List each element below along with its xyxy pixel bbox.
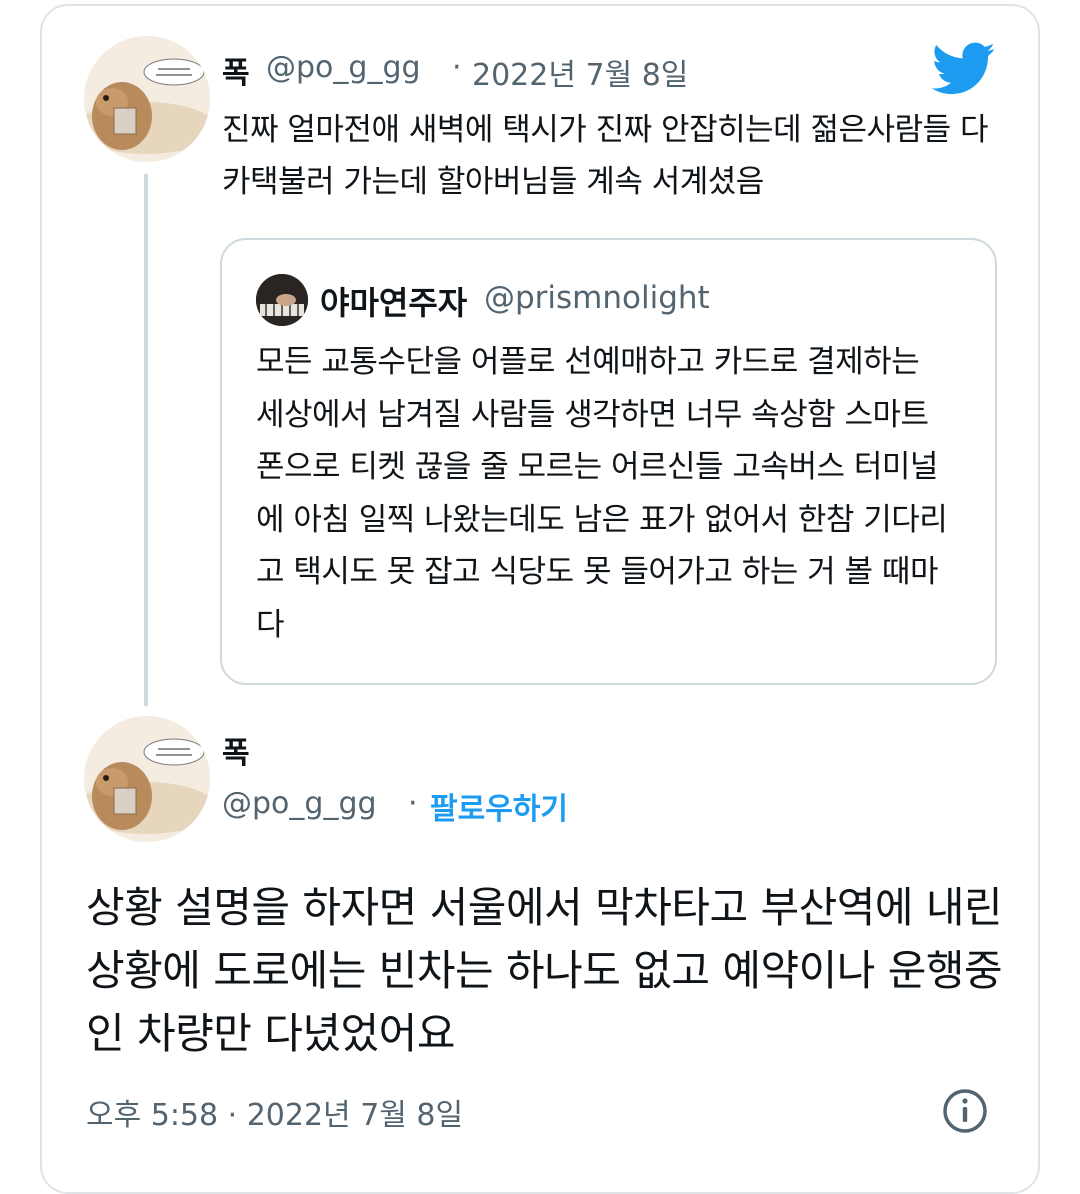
reply-author-avatar[interactable] xyxy=(84,716,210,842)
quoted-author-name[interactable]: 야마연주자 xyxy=(320,278,467,324)
quoted-tweet-text: 모든 교통수단을 어플로 선예매하고 카드로 결제하는 세상에서 남겨질 사람들… xyxy=(256,344,948,643)
author-name[interactable]: 폭 xyxy=(222,48,250,92)
author-avatar[interactable] xyxy=(84,36,210,162)
reply-author-name[interactable]: 폭 xyxy=(222,728,250,772)
author-handle[interactable]: @po_g_gg xyxy=(266,50,421,85)
quoted-tweet[interactable]: 야마연주자 @prismnolight 모든 교통수단을 어플로 선예매하고 카… xyxy=(220,238,997,685)
follow-button[interactable]: 팔로우하기 xyxy=(430,784,568,828)
meta-separator: · xyxy=(452,50,462,85)
reply-meta-separator: · xyxy=(408,786,418,821)
tweet-text: 진짜 얼마전애 새벽에 택시가 진짜 안잡히는데 젊은사람들 다 카택불러 가는… xyxy=(222,112,988,200)
info-icon[interactable] xyxy=(942,1088,988,1134)
quoted-author-handle[interactable]: @prismnolight xyxy=(484,280,710,316)
twitter-bird-icon[interactable] xyxy=(932,42,996,96)
reply-timestamp[interactable]: 오후 5:58 · 2022년 7월 8일 xyxy=(86,1090,463,1134)
reply-author-handle[interactable]: @po_g_gg xyxy=(222,786,377,821)
reply-tweet-text: 상황 설명을 하자면 서울에서 막차타고 부산역에 내린 상황에 도로에는 빈차… xyxy=(86,883,1003,1058)
thread-connector xyxy=(144,174,148,706)
tweet-date[interactable]: 2022년 7월 8일 xyxy=(472,50,688,94)
quoted-author-avatar[interactable] xyxy=(256,274,308,326)
